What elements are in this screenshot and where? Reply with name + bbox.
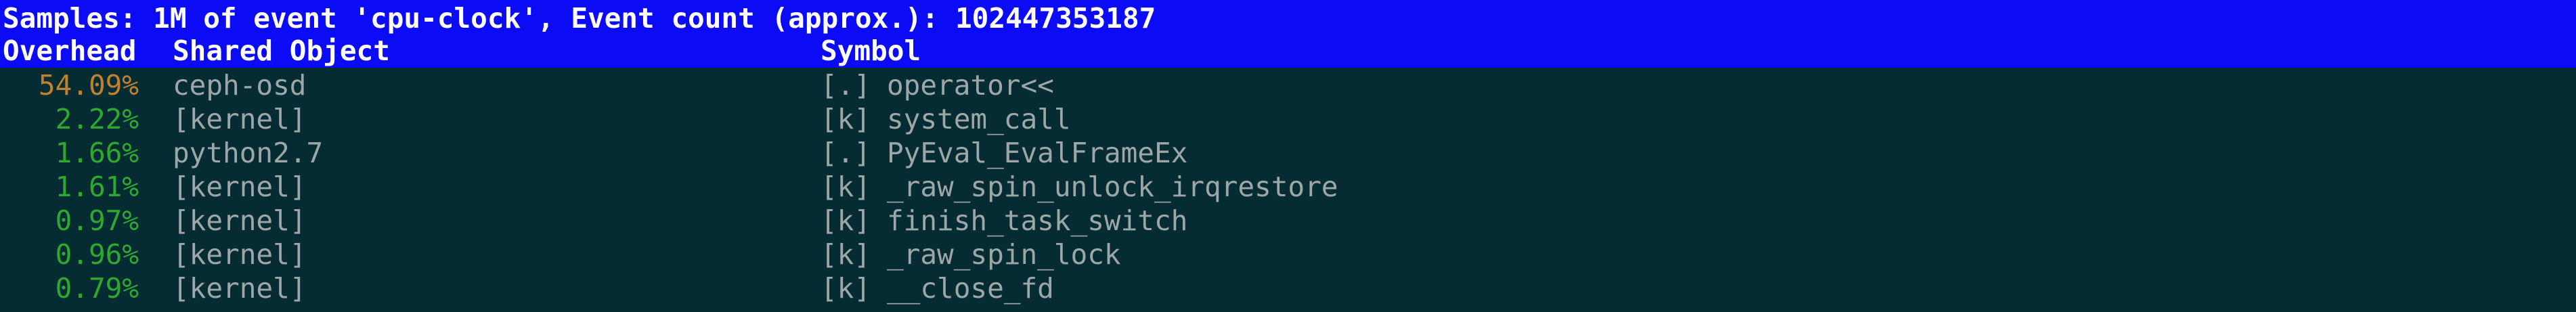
symbol-cell: system_call [887, 103, 1071, 135]
symbol-cell: operator<< [887, 69, 1054, 102]
symbol-cell: PyEval_EvalFrameEx [887, 137, 1188, 169]
shared-object-cell: [kernel] [173, 272, 307, 305]
symbol-kind-cell: [k] [821, 204, 871, 237]
table-row[interactable]: 2.22% [kernel] [k] system_call [0, 102, 2576, 136]
symbol-kind-cell: [k] [821, 238, 871, 271]
shared-object-cell: [kernel] [173, 204, 307, 237]
overhead-cell: 0.96% [55, 238, 139, 271]
column-header-overhead[interactable]: Overhead [3, 34, 136, 68]
perf-report-terminal: Samples: 1M of event 'cpu-clock', Event … [0, 0, 2576, 312]
table-row[interactable]: 54.09% ceph-osd [.] operator<< [0, 68, 2576, 102]
table-row[interactable]: 0.97% [kernel] [k] finish_task_switch [0, 204, 2576, 238]
overhead-cell: 54.09% [38, 69, 139, 102]
shared-object-cell: ceph-osd [173, 69, 307, 102]
symbol-kind-cell: [.] [821, 69, 871, 102]
column-header-shared-object[interactable]: Shared Object [173, 34, 390, 68]
symbol-kind-cell: [k] [821, 103, 871, 135]
symbol-cell: _raw_spin_lock [887, 238, 1121, 271]
table-row[interactable]: 1.61% [kernel] [k] _raw_spin_unlock_irqrest… [0, 170, 2576, 204]
shared-object-cell: [kernel] [173, 171, 307, 203]
symbol-cell: _raw_spin_unlock_irqrestore [887, 171, 1338, 203]
shared-object-cell: [kernel] [173, 238, 307, 271]
overhead-cell: 2.22% [55, 103, 139, 135]
symbol-kind-cell: [k] [821, 272, 871, 305]
symbol-cell: finish_task_switch [887, 204, 1188, 237]
symbol-kind-cell: [k] [821, 171, 871, 203]
symbol-kind-cell: [.] [821, 137, 871, 169]
table-row[interactable]: 0.79% [kernel] [k] __close_fd [0, 271, 2576, 305]
overhead-cell: 1.61% [55, 171, 139, 203]
column-header-symbol[interactable]: Symbol [821, 34, 921, 68]
table-row[interactable]: 1.66% python2.7 [.] PyEval_EvalFrameEx [0, 136, 2576, 170]
samples-summary: Samples: 1M of event 'cpu-clock', Event … [3, 2, 1156, 35]
overhead-cell: 0.97% [55, 204, 139, 237]
symbol-cell: __close_fd [887, 272, 1054, 305]
table-row[interactable]: 0.96% [kernel] [k] _raw_spin_lock [0, 238, 2576, 271]
overhead-cell: 0.79% [55, 272, 139, 305]
overhead-cell: 1.66% [55, 137, 139, 169]
column-header-row: Overhead Shared Object Symbol [0, 34, 2576, 68]
shared-object-cell: [kernel] [173, 103, 307, 135]
shared-object-cell: python2.7 [173, 137, 324, 169]
